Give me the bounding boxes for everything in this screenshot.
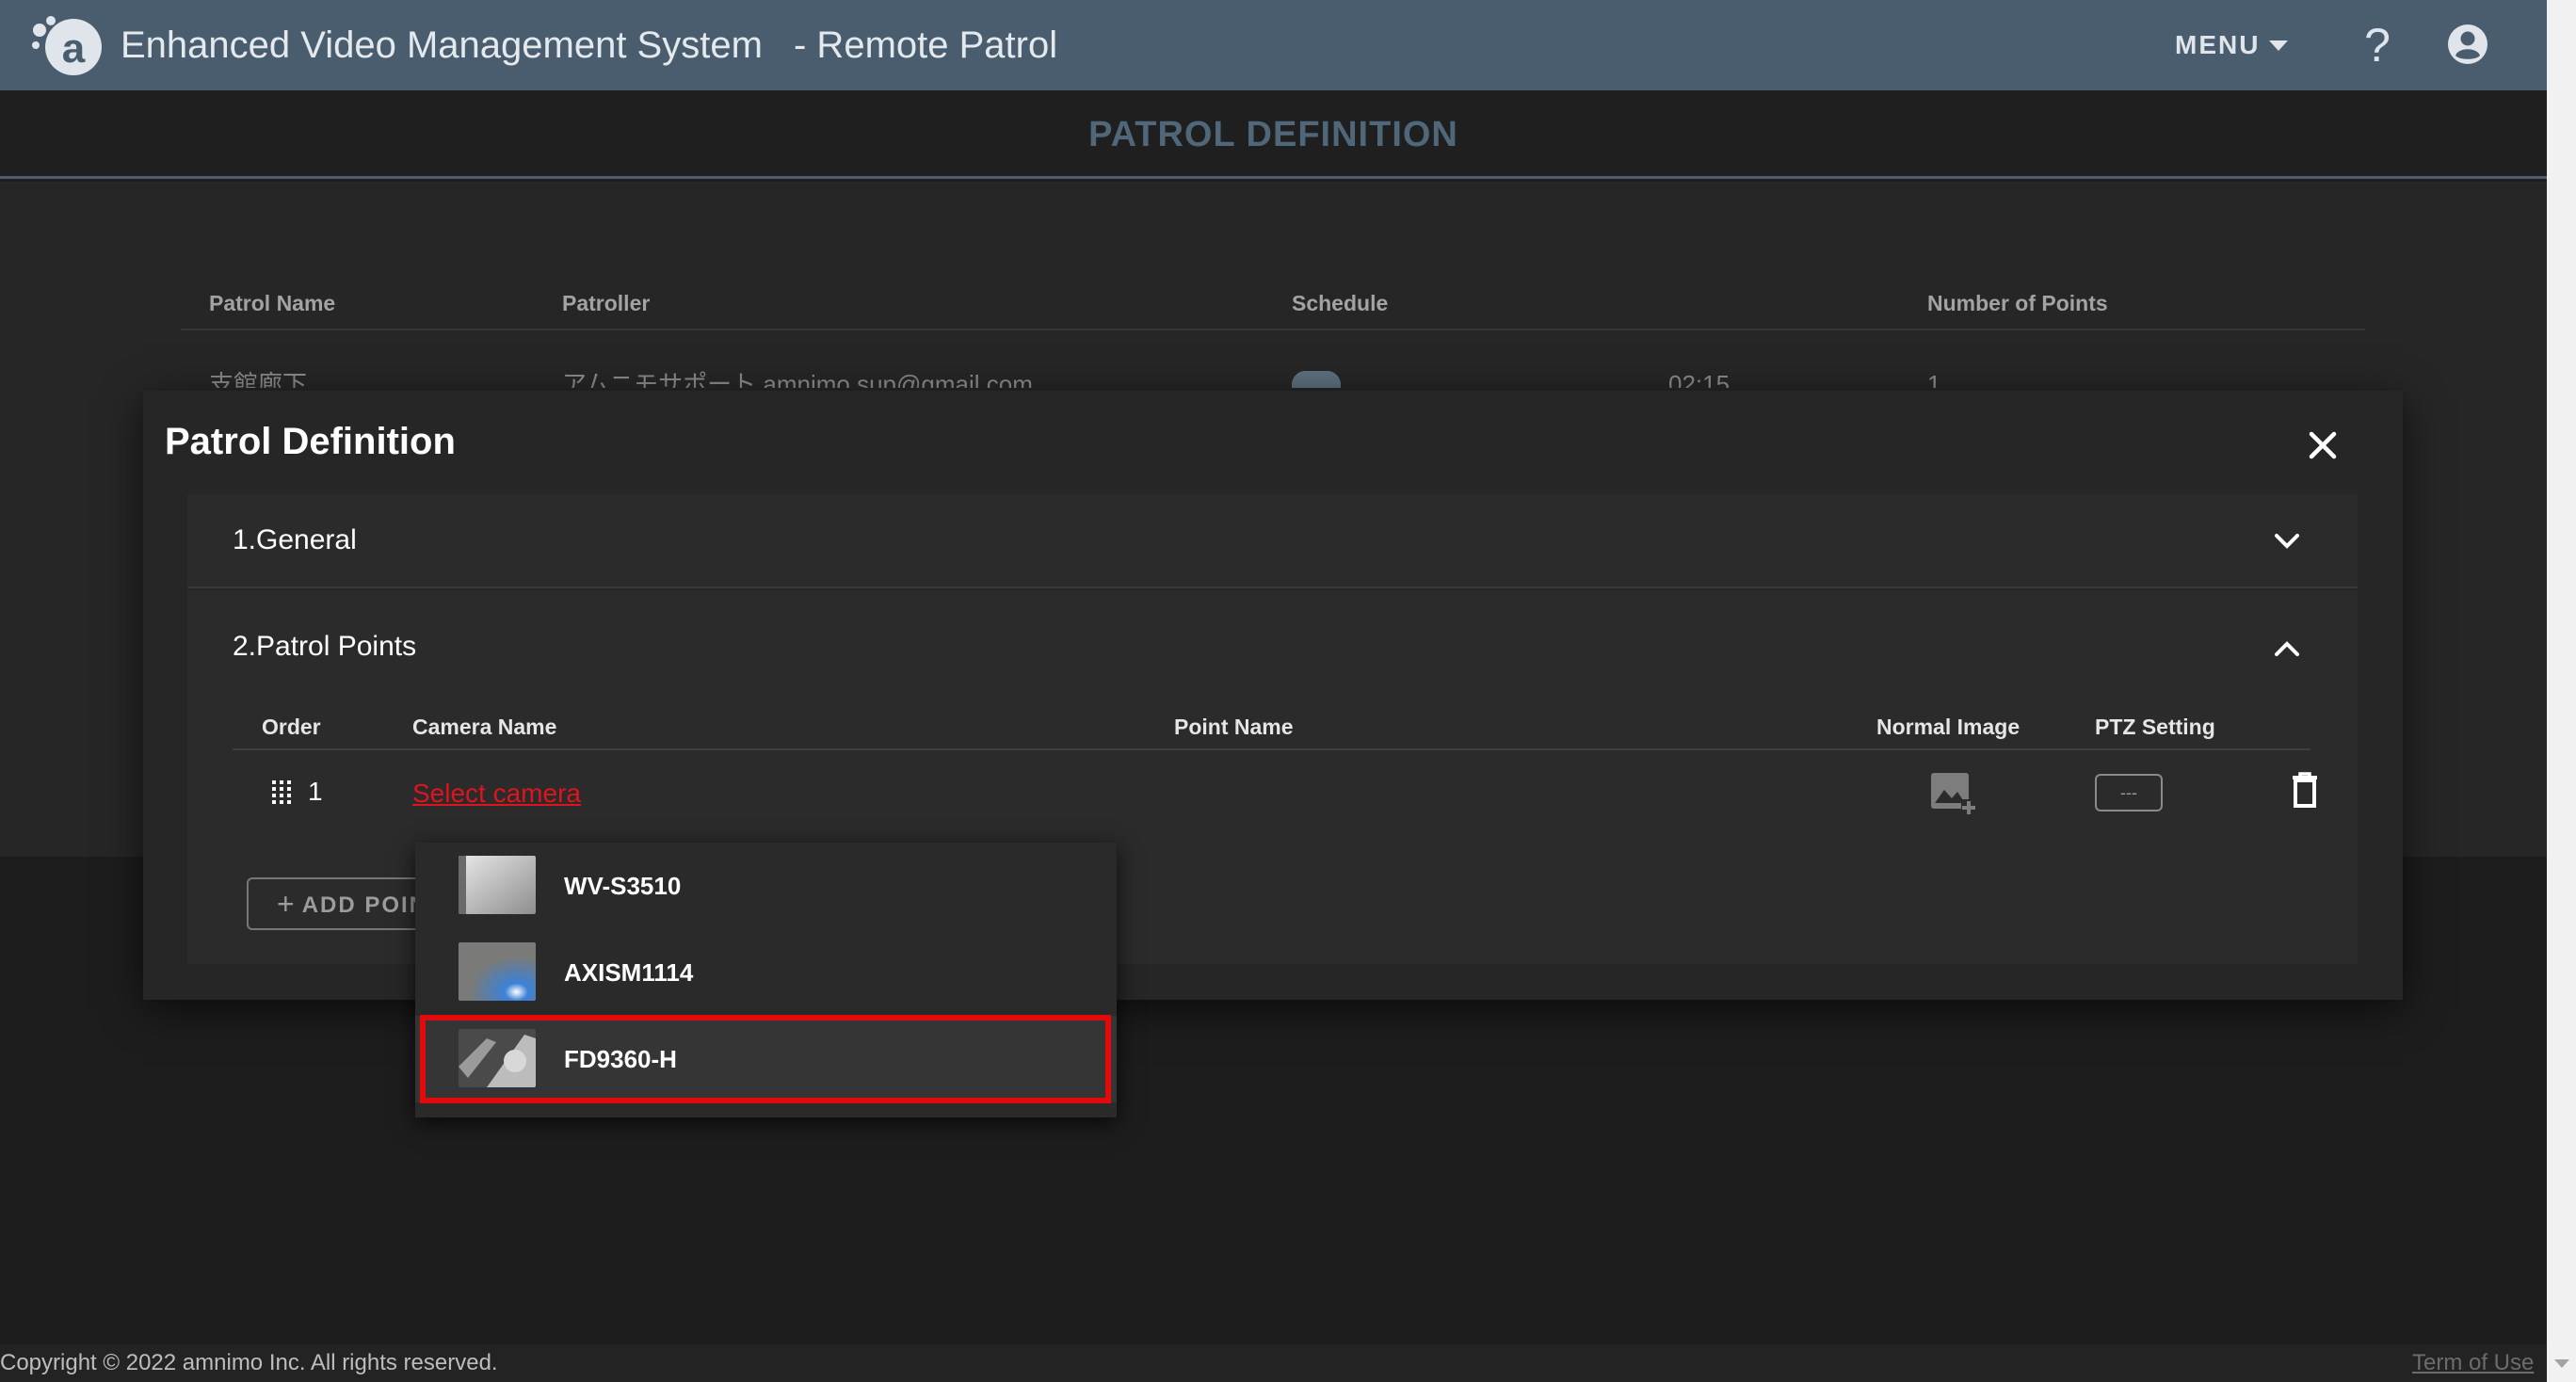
svg-text:a: a [62,25,86,72]
camera-option-fd9360-h[interactable]: FD9360-H [415,1016,1117,1102]
app-title: Enhanced Video Management System [121,24,763,66]
accordion-general[interactable]: 1.General [187,494,2358,588]
page-scrollbar[interactable] [2547,0,2576,1382]
column-header-patroller: Patroller [562,291,651,315]
ptz-setting-button[interactable]: --- [2095,774,2163,812]
column-header-number-of-points: Number of Points [1927,291,2108,315]
accordion-patrol-points-label: 2.Patrol Points [233,631,417,662]
camera-thumbnail-icon [459,856,536,914]
column-header-patrol-name: Patrol Name [209,291,336,315]
camera-dropdown-menu: WV-S3510 AXISM1114 FD9360-H [415,843,1117,1117]
table-row: 1 Select camera --- [233,756,2317,831]
column-header-order: Order [262,715,321,739]
patroller-cell: アムニモサポート amnimo.sup@gmail.com [562,370,1033,388]
scroll-down-icon[interactable] [2554,1359,2569,1368]
camera-option-label: AXISM1114 [564,958,694,987]
column-header-camera-name: Camera Name [412,715,557,739]
accordion-general-label: 1.General [233,524,357,555]
camera-thumbnail-icon [459,1029,536,1087]
chevron-up-icon[interactable] [2273,639,2301,658]
order-number: 1 [308,777,323,806]
help-button[interactable]: ? [2359,17,2396,73]
caret-down-icon [2269,40,2289,51]
app-subtitle: - Remote Patrol [794,24,1058,66]
camera-option-label: FD9360-H [564,1045,677,1073]
camera-thumbnail-icon [459,942,536,1001]
column-header-normal-image: Normal Image [1876,715,2021,739]
column-header-schedule: Schedule [1292,291,1389,315]
terms-of-use-link[interactable]: Term of Use [2412,1344,2534,1382]
table-row[interactable]: 支館廊下 アムニモサポート amnimo.sup@gmail.com 02:15… [181,365,2365,388]
schedule-time-cell: 02:15 [1668,370,1731,388]
trash-icon[interactable] [2290,771,2320,809]
copyright-text: Copyright © 2022 amnimo Inc. All rights … [0,1350,498,1375]
dialog-title: Patrol Definition [165,421,456,462]
column-header-point-name: Point Name [1174,715,1294,739]
account-icon[interactable] [2446,23,2489,66]
page-title: PATROL DEFINITION [0,90,2547,179]
top-app-bar: a Enhanced Video Management System - Rem… [0,0,2547,90]
amnimo-logo-icon: a [32,16,102,75]
column-header-ptz-setting: PTZ Setting [2095,715,2215,739]
close-icon[interactable] [2304,426,2342,464]
points-table-header: Order Camera Name Point Name Normal Imag… [233,703,2310,750]
points-count-cell: 1 [1927,370,1941,388]
drag-handle-icon[interactable] [270,779,293,805]
camera-option-label: WV-S3510 [564,872,682,900]
plus-icon: + [277,887,297,921]
add-point-button[interactable]: + ADD POINT [247,877,435,930]
select-camera-link[interactable]: Select camera [412,779,581,809]
patrol-name-cell: 支館廊下 [209,370,308,388]
camera-option-wv-s3510[interactable]: WV-S3510 [415,843,1117,929]
patrol-table-header: Patrol Name Patroller Schedule Number of… [181,276,2365,330]
footer: Copyright © 2022 amnimo Inc. All rights … [0,1344,2547,1382]
menu-button[interactable]: MENU [2175,21,2289,70]
chevron-down-icon[interactable] [2273,532,2301,551]
menu-label: MENU [2175,30,2261,59]
add-photo-icon[interactable] [1929,771,1976,816]
day-chip [1292,371,1341,388]
camera-option-axism1114[interactable]: AXISM1114 [415,929,1117,1016]
